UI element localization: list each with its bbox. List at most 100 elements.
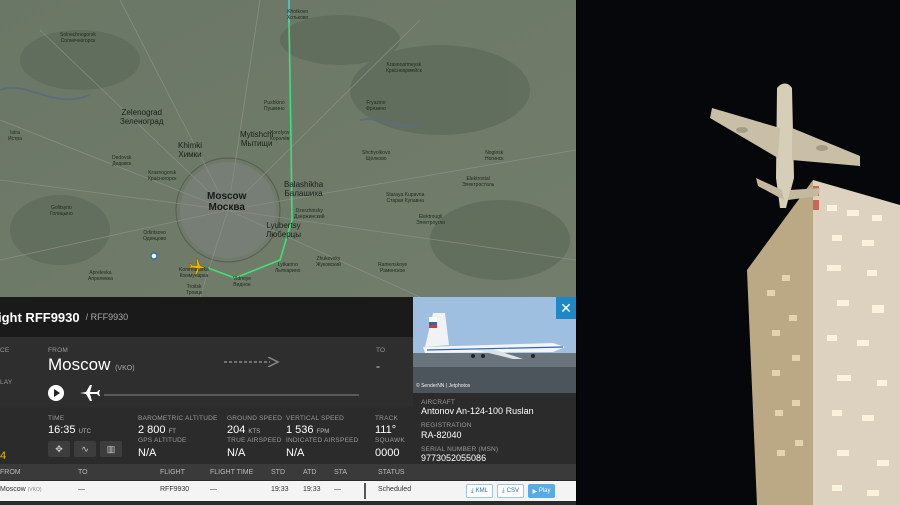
route-section: CE FROM TO Moscow (VKO) - LAY xyxy=(0,337,413,407)
left-label-2: LAY xyxy=(0,379,13,386)
serial-value: 9773052055086 xyxy=(421,453,487,463)
play-icon xyxy=(54,389,60,397)
crosshair-icon: ✥ xyxy=(55,443,63,454)
bar-chart-icon: ▥ xyxy=(106,443,116,454)
city-label: Lyubertsy Люберцы xyxy=(266,221,301,239)
row-atd: 19:33 xyxy=(303,486,321,493)
graph-icon: ∿ xyxy=(81,443,89,454)
flight-progress-bar xyxy=(104,394,359,396)
chart-tool-button[interactable]: ▥ xyxy=(100,441,122,457)
night-photo xyxy=(577,0,900,505)
left-label-1: CE xyxy=(0,347,10,354)
kml-download-button[interactable]: ⤓ KML xyxy=(466,484,493,498)
track-label: TRACK xyxy=(375,415,399,422)
row-flight-time: — xyxy=(210,486,217,493)
plane-progress-icon xyxy=(80,385,100,401)
city-label: Vidnoye Видное xyxy=(233,276,251,288)
city-label: Khimki Химки xyxy=(178,141,203,159)
city-label: Zhukovsky Жуковский xyxy=(316,256,341,268)
left-value: 4 xyxy=(0,450,7,462)
location-pin-icon xyxy=(150,252,158,260)
replay-button[interactable] xyxy=(48,385,64,401)
flight-map[interactable]: Khotkovo Хотьково Solnechnogorsk Солнечн… xyxy=(0,0,576,297)
time-value: 16:35 UTC xyxy=(48,424,91,436)
column-header: TO xyxy=(78,469,88,476)
map-tools: ✥ ∿ ▥ xyxy=(48,441,122,457)
column-header: STATUS xyxy=(378,469,405,476)
city-label: Elektrostal Электросталь xyxy=(462,176,495,188)
download-icon: ⤓ xyxy=(471,487,474,494)
csv-download-button[interactable]: ⤓ CSV xyxy=(497,484,524,498)
column-header: FROM xyxy=(0,469,21,476)
indicated-airspeed-value: N/A xyxy=(286,447,305,459)
city-label: Noginsk Ногинск xyxy=(485,150,504,162)
close-button[interactable]: ✕ xyxy=(556,297,576,319)
aircraft-photo[interactable]: ✕ © SenderNN | Jetphotos xyxy=(413,297,576,393)
play-icon: ▶ xyxy=(532,488,538,495)
map-graphics xyxy=(0,0,576,297)
registration-label: REGISTRATION xyxy=(421,422,472,429)
city-label: Golitsyno Голицыно xyxy=(50,205,73,217)
aircraft-type-label: AIRCRAFT xyxy=(421,399,456,406)
aircraft-photo-image xyxy=(413,297,576,393)
flight-header: ight RFF9930 / RFF9930 xyxy=(0,297,413,337)
city-label: Khotkovo Хотьково xyxy=(287,9,309,21)
from-label: FROM xyxy=(48,347,68,354)
flight-info-panel: ight RFF9930 / RFF9930 CE FROM TO Moscow… xyxy=(0,297,576,505)
row-to: — xyxy=(78,486,85,493)
vertical-speed-label: VERTICAL SPEED xyxy=(286,415,345,422)
true-airspeed-label: TRUE AIRSPEED xyxy=(227,437,282,444)
city-label: Kommunarka Коммунарка xyxy=(179,267,209,279)
city-label: Pushkino Пушкино xyxy=(264,100,285,112)
city-label: Aprelevka Апрелевка xyxy=(88,270,113,282)
gps-altitude-label: GPS ALTITUDE xyxy=(138,437,187,444)
gps-altitude-value: N/A xyxy=(138,447,157,459)
city-label: Fryazino Фрязино xyxy=(366,100,386,112)
squawk-value: 0000 xyxy=(375,447,400,459)
route-tool-button[interactable]: ✥ xyxy=(48,441,70,457)
city-label: Solnechnogorsk Солнечногорск xyxy=(60,32,96,44)
registration-value[interactable]: RA-82040 xyxy=(421,430,462,440)
indicated-airspeed-label: INDICATED AIRSPEED xyxy=(286,437,359,444)
vertical-speed-value: 1 536 FPM xyxy=(286,424,330,436)
row-std: 19:33 xyxy=(271,486,289,493)
serial-label: SERIAL NUMBER (MSN) xyxy=(421,446,499,453)
kml-label: KML xyxy=(475,488,488,494)
status-indicator xyxy=(364,483,366,499)
flight-title: ight RFF9930 xyxy=(0,309,80,325)
city-label: Zelenograd Зеленоград xyxy=(120,108,164,126)
column-header: ATD xyxy=(303,469,317,476)
city-label: Dzerzhinsky Дзержинский xyxy=(294,208,325,220)
city-label: Odintsovo Одинцово xyxy=(143,230,167,242)
aircraft-card: ✕ © SenderNN | Jetphotos AIRCRAFT Antono… xyxy=(413,297,576,464)
city-label: Istra Истра xyxy=(8,130,22,142)
row-sta: — xyxy=(334,486,341,493)
true-airspeed-value: N/A xyxy=(227,447,246,459)
origin-city-name: Moscow xyxy=(48,355,111,374)
close-icon: ✕ xyxy=(560,299,572,316)
origin-city[interactable]: Moscow (VKO) xyxy=(48,355,135,375)
route-arrow-icon xyxy=(224,357,280,367)
baro-altitude-value: 2 800 FT xyxy=(138,424,176,436)
destination-city[interactable]: - xyxy=(376,359,380,373)
city-label: Korolyov Королёв xyxy=(270,130,290,142)
track-value: 111° xyxy=(375,424,397,436)
city-label: Elektrougli Электроугли xyxy=(416,214,446,226)
column-header: FLIGHT xyxy=(160,469,185,476)
column-header: STA xyxy=(334,469,348,476)
ground-speed-value: 204 KTS xyxy=(227,424,261,436)
row-flight[interactable]: RFF9930 xyxy=(160,486,189,493)
play-history-button[interactable]: ▶ Play xyxy=(528,484,555,498)
city-label: Ramenskoye Раменское xyxy=(378,262,408,274)
city-label: Staraya Kupavna Старая Купавна xyxy=(386,192,425,204)
city-label: Balashikha Балашиха xyxy=(284,180,324,198)
city-label: Moscow Москва xyxy=(207,191,247,213)
screen: Khotkovo Хотьково Solnechnogorsk Солнечн… xyxy=(0,0,900,505)
graph-tool-button[interactable]: ∿ xyxy=(74,441,96,457)
column-header: STD xyxy=(271,469,285,476)
city-label: Krasnogorsk Красногорск xyxy=(148,170,177,182)
ground-speed-label: GROUND SPEED xyxy=(227,415,283,422)
table-row[interactable]: Moscow (VKO) — RFF9930 — 19:33 19:33 — S… xyxy=(0,481,576,501)
to-label: TO xyxy=(376,347,386,354)
aircraft-type-value[interactable]: Antonov An-124-100 Ruslan xyxy=(421,406,534,416)
